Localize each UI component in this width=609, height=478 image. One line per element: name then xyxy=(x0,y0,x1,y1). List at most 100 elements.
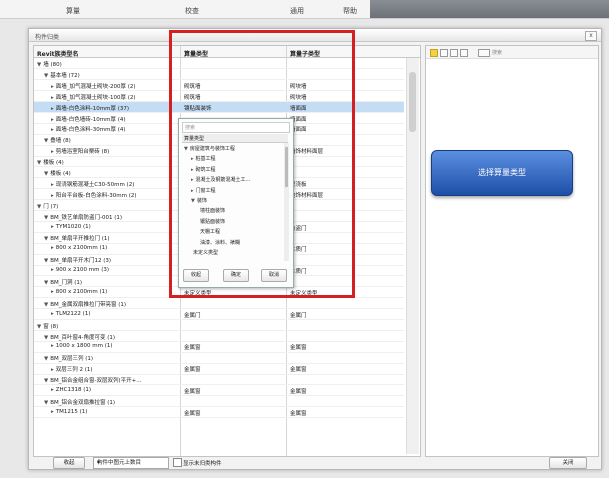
dropdown-scroll-thumb[interactable] xyxy=(285,147,288,187)
cell-quantity-subtype[interactable]: 金属窗 xyxy=(290,343,400,351)
tab-quantity[interactable]: 算量 xyxy=(66,6,80,16)
table-row[interactable]: ▼ BM_金属双扇推拉门带亮窗 (1) xyxy=(34,298,404,310)
sort-icon[interactable] xyxy=(450,49,458,57)
expanded-arrow-icon[interactable]: ▼ xyxy=(37,160,41,166)
expanded-arrow-icon[interactable]: ▼ xyxy=(44,280,48,286)
expanded-arrow-icon[interactable]: ▼ xyxy=(44,335,48,341)
collapsed-arrow-icon[interactable]: ▸ xyxy=(51,367,54,373)
expanded-arrow-icon[interactable]: ▼ xyxy=(191,198,195,204)
table-row[interactable]: ▸ 双层三列 2 (1) 金属窗 金属窗 xyxy=(34,363,404,375)
tree-item[interactable]: ▸ 混凝土及钢筋混凝土工... xyxy=(191,176,250,183)
expanded-arrow-icon[interactable]: ▼ xyxy=(44,302,48,308)
cell-quantity-subtype[interactable]: 金属门 xyxy=(290,311,400,319)
expanded-arrow-icon[interactable]: ▼ xyxy=(37,62,41,68)
expanded-arrow-icon[interactable]: ▼ xyxy=(44,400,48,406)
collapsed-arrow-icon[interactable]: ▸ xyxy=(51,224,54,230)
scrollbar-thumb[interactable] xyxy=(409,72,416,132)
close-button[interactable]: 关闭 xyxy=(549,457,587,469)
table-row[interactable]: ▼ 窗 (8) xyxy=(34,320,404,331)
dropdown-cancel-button[interactable]: 取消 xyxy=(261,269,287,282)
collapsed-arrow-icon[interactable]: ▸ xyxy=(51,117,54,123)
tree-item[interactable]: ▸ 桩基工程 xyxy=(191,155,216,162)
collapsed-arrow-icon[interactable]: ▸ xyxy=(51,245,54,251)
expanded-arrow-icon[interactable]: ▼ xyxy=(37,324,41,330)
folder-icon[interactable] xyxy=(430,49,438,57)
table-row[interactable]: ▸ ZHC1318 (1) 金属窗 金属窗 xyxy=(34,385,404,397)
cell-quantity-type[interactable]: 金属窗 xyxy=(184,365,282,373)
collapsed-arrow-icon[interactable]: ▸ xyxy=(51,343,54,349)
cell-family-type: ▸ TLM2122 (1) xyxy=(51,311,177,317)
cell-family-type: ▸ 面墙-白色涂料-30mm厚 (4) xyxy=(51,125,177,133)
tree-item[interactable]: 天棚工程 xyxy=(198,228,220,235)
cell-quantity-type[interactable]: 金属窗 xyxy=(184,387,282,395)
tree-item[interactable]: 镶贴面装饰 xyxy=(198,218,225,225)
collapsed-arrow-icon[interactable]: ▸ xyxy=(51,289,54,295)
tree-item[interactable]: ▼ 房屋建筑与装饰工程 xyxy=(184,145,235,152)
cell-quantity-subtype[interactable]: 金属窗 xyxy=(290,409,400,417)
family-type-name: 现浇钢筋混凝土C30-50mm (2) xyxy=(55,181,135,188)
collapsed-arrow-icon[interactable]: ▸ xyxy=(191,167,194,173)
expanded-arrow-icon[interactable]: ▼ xyxy=(44,171,48,177)
expanded-arrow-icon[interactable]: ▼ xyxy=(44,236,48,242)
dropdown-ok-button[interactable]: 确定 xyxy=(223,269,249,282)
tree-item[interactable]: ▸ 门窗工程 xyxy=(191,187,216,194)
table-row[interactable]: ▸ 1000 x 1800 mm (1) 金属窗 金属窗 xyxy=(34,341,404,353)
expanded-arrow-icon[interactable]: ▼ xyxy=(44,138,48,144)
collapsed-arrow-icon[interactable]: ▸ xyxy=(191,177,194,183)
cell-quantity-type[interactable]: 金属窗 xyxy=(184,409,282,417)
dropdown-collapse-button[interactable]: 收起 xyxy=(183,269,209,282)
tree-item[interactable]: ▸ 砌筑工程 xyxy=(191,166,216,173)
collapsed-arrow-icon[interactable]: ▸ xyxy=(191,156,194,162)
tab-check[interactable]: 校查 xyxy=(185,6,199,16)
collapsed-arrow-icon[interactable]: ▸ xyxy=(51,311,54,317)
table-row[interactable]: ▸ TLM2122 (1) 金属门 金属门 xyxy=(34,309,404,321)
tree-item[interactable]: 未定义类型 xyxy=(191,249,218,256)
collapsed-arrow-icon[interactable]: ▸ xyxy=(51,127,54,133)
collapsed-arrow-icon[interactable]: ▸ xyxy=(51,106,54,112)
table-scrollbar[interactable] xyxy=(406,58,419,454)
tree-item-label: 砌筑工程 xyxy=(195,166,216,173)
cell-quantity-subtype[interactable]: 金属窗 xyxy=(290,387,400,395)
table-row[interactable]: ▼ BM_铝合金组合窗-双层双列(平开+... xyxy=(34,374,404,386)
tab-general[interactable]: 通用 xyxy=(290,6,304,16)
collapsed-arrow-icon[interactable]: ▸ xyxy=(51,95,54,101)
tab-help[interactable]: 帮助 xyxy=(343,6,357,16)
table-row[interactable]: ▼ BM_双层三列 (1) xyxy=(34,352,404,364)
cell-quantity-type[interactable]: 金属门 xyxy=(184,311,282,319)
expanded-arrow-icon[interactable]: ▼ xyxy=(44,378,48,384)
filter-icon[interactable] xyxy=(460,49,468,57)
collapsed-arrow-icon[interactable]: ▸ xyxy=(51,387,54,393)
collapsed-arrow-icon[interactable]: ▸ xyxy=(51,182,54,188)
count-mode-select[interactable]: 构件中图元上数目 ▾ xyxy=(93,457,169,469)
table-row[interactable]: ▼ BM_百叶窗4-角度可变 (1) xyxy=(34,331,404,342)
collapsed-arrow-icon[interactable]: ▸ xyxy=(51,84,54,90)
tree-item[interactable]: ▼ 装饰 xyxy=(191,197,207,204)
family-type-name: 800 x 2100mm (1) xyxy=(55,245,108,252)
collapsed-arrow-icon[interactable]: ▸ xyxy=(51,193,54,199)
dropdown-scrollbar[interactable] xyxy=(284,143,289,261)
dropdown-search-input[interactable]: 搜索 xyxy=(182,122,290,133)
collapsed-arrow-icon[interactable]: ▸ xyxy=(191,188,194,194)
family-type-name: BM_铝合金双扇推拉窗 (1) xyxy=(50,399,116,406)
expanded-arrow-icon[interactable]: ▼ xyxy=(44,73,48,79)
expanded-arrow-icon[interactable]: ▼ xyxy=(184,146,188,152)
collapse-button[interactable]: 收起 xyxy=(53,457,85,469)
expanded-arrow-icon[interactable]: ▼ xyxy=(44,258,48,264)
tree-item[interactable]: 墙柱面装饰 xyxy=(198,207,225,214)
collapsed-arrow-icon[interactable]: ▸ xyxy=(51,409,54,415)
cell-quantity-type[interactable]: 金属窗 xyxy=(184,343,282,351)
expanded-arrow-icon[interactable]: ▼ xyxy=(37,204,41,210)
tree-item[interactable]: 油漆、涂料、裱糊 xyxy=(198,239,240,246)
expanded-arrow-icon[interactable]: ▼ xyxy=(44,215,48,221)
show-unclassified-checkbox[interactable] xyxy=(173,458,182,467)
table-row[interactable]: ▸ TM1215 (1) 金属窗 金属窗 xyxy=(34,407,404,419)
list-view-icon[interactable] xyxy=(440,49,448,57)
close-icon[interactable]: x xyxy=(585,31,597,41)
expanded-arrow-icon[interactable]: ▼ xyxy=(44,356,48,362)
cell-quantity-subtype[interactable]: 金属窗 xyxy=(290,365,400,373)
search-input[interactable] xyxy=(478,49,490,57)
column-header-family-type[interactable]: Revit族类型名 xyxy=(37,49,79,58)
collapsed-arrow-icon[interactable]: ▸ xyxy=(51,149,54,155)
collapsed-arrow-icon[interactable]: ▸ xyxy=(51,267,54,273)
table-row[interactable]: ▼ BM_铝合金双扇推拉窗 (1) xyxy=(34,396,404,408)
